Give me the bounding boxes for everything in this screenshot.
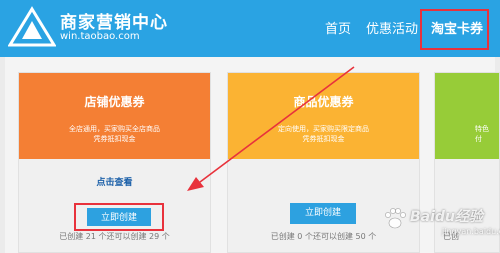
third-coupon-desc: 特色 付 <box>475 124 499 144</box>
goods-coupon-desc-line2: 凭券抵扣现金 <box>302 135 345 143</box>
goods-coupon-desc-line1: 定向使用，买家购买限定商品 <box>278 125 369 133</box>
store-coupon-view-link[interactable]: 点击查看 <box>19 175 210 188</box>
watermark-url: jingyan.baidu.com <box>442 227 500 236</box>
top-header: 商家营销中心 win.taobao.com 首页 优惠活动 淘宝卡券 <box>0 0 500 57</box>
third-coupon-header: 特色 付 <box>435 73 499 159</box>
goods-coupon-create-button[interactable]: 立即创建 <box>290 203 356 224</box>
store-coupon-create-button[interactable]: 立即创建 <box>74 203 164 231</box>
store-coupon-create-label: 立即创建 <box>87 208 151 226</box>
store-coupon-header: 店铺优惠券 全店通用，买家购买全店商品 凭券抵扣现金 <box>19 73 210 159</box>
goods-coupon-header: 商品优惠券 定向使用，买家购买限定商品 凭券抵扣现金 <box>228 73 419 159</box>
nav-promo-activities[interactable]: 优惠活动 <box>366 18 418 37</box>
logo-icon <box>8 6 56 47</box>
store-coupon-card: 店铺优惠券 全店通用，买家购买全店商品 凭券抵扣现金 点击查看 立即创建 已创建… <box>18 72 211 253</box>
nav-taobao-card[interactable]: 淘宝卡券 <box>431 18 483 37</box>
watermark: Baidu经验 jingyan.baidu.com <box>380 198 500 244</box>
store-coupon-title: 店铺优惠券 <box>84 95 145 109</box>
watermark-text: Baidu经验 <box>410 209 483 225</box>
third-coupon-desc-line2: 付 <box>475 135 482 143</box>
third-coupon-desc-line1: 特色 <box>475 125 489 133</box>
store-coupon-desc: 全店通用，买家购买全店商品 凭券抵扣现金 <box>19 124 210 144</box>
brand-title: 商家营销中心 <box>60 13 168 33</box>
goods-coupon-title: 商品优惠券 <box>293 95 354 109</box>
store-coupon-desc-line1: 全店通用，买家购买全店商品 <box>69 125 160 133</box>
goods-coupon-desc: 定向使用，买家购买限定商品 凭券抵扣现金 <box>228 124 419 144</box>
nav-home[interactable]: 首页 <box>325 18 351 37</box>
brand-url: win.taobao.com <box>60 31 140 42</box>
store-coupon-count: 已创建 21 个还可以创建 29 个 <box>59 232 170 241</box>
paw-icon <box>385 208 406 229</box>
store-coupon-desc-line2: 凭券抵扣现金 <box>93 135 136 143</box>
